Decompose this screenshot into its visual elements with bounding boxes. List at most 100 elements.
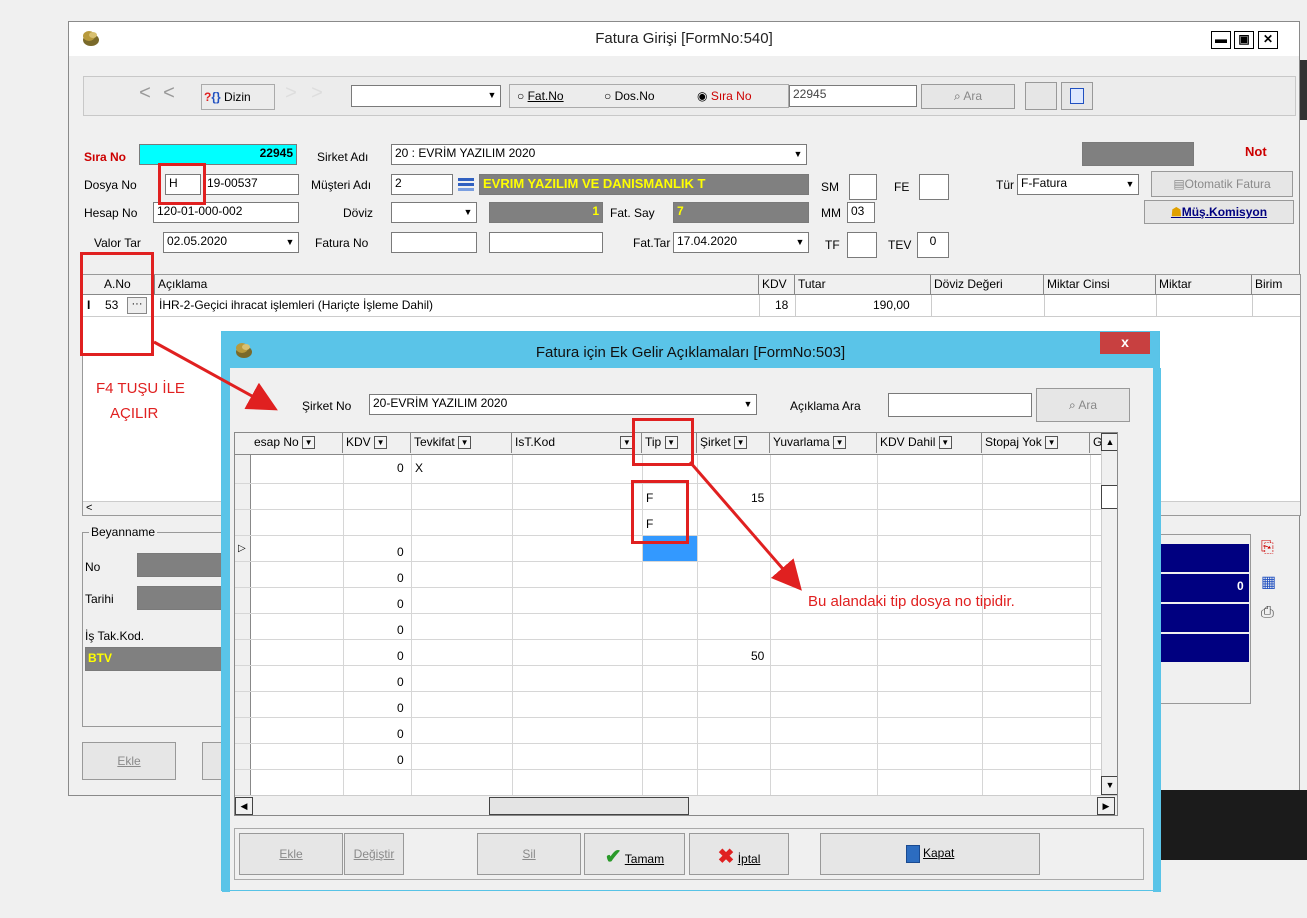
- minimize-button[interactable]: ▬: [1211, 31, 1231, 49]
- dialog-sil-button[interactable]: Sil: [477, 833, 581, 875]
- col-tutar[interactable]: Tutar: [795, 275, 931, 295]
- row-tutar[interactable]: 190,00: [873, 298, 910, 312]
- dosya-no-field[interactable]: 19-00537: [203, 174, 299, 195]
- scroll-up-icon[interactable]: ▲: [1101, 433, 1117, 451]
- mm-label: MM: [821, 206, 841, 220]
- row-4-kdv[interactable]: 0: [397, 571, 404, 585]
- radio-sirano[interactable]: ◉ Sıra No: [697, 89, 752, 103]
- radio-dosno[interactable]: ○ Dos.No: [604, 89, 655, 103]
- col-tevkifat[interactable]: Tevkifat ▼: [411, 433, 512, 453]
- dialog-kapat-button[interactable]: Kapat: [820, 833, 1040, 875]
- chevron-down-icon[interactable]: ▼: [374, 436, 388, 450]
- row-7-kdv[interactable]: 0: [397, 649, 404, 663]
- hscroll-thumb[interactable]: [489, 797, 689, 815]
- dialog-sil-label: Sil: [522, 847, 536, 861]
- maximize-button[interactable]: ▣: [1234, 31, 1254, 49]
- nav-prev-button[interactable]: <: [157, 82, 181, 112]
- row-10-kdv[interactable]: 0: [397, 727, 404, 741]
- nav-next-button[interactable]: >: [279, 82, 303, 112]
- ara-button[interactable]: ⌕ Ara: [921, 84, 1015, 109]
- col-miktar[interactable]: Miktar: [1156, 275, 1252, 295]
- row-5-kdv[interactable]: 0: [397, 597, 404, 611]
- col-sirket[interactable]: Şirket ▼: [697, 433, 770, 453]
- col-aciklama[interactable]: Açıklama: [155, 275, 759, 295]
- doviz-select[interactable]: ▼: [391, 202, 477, 223]
- col-miktar-cinsi[interactable]: Miktar Cinsi: [1044, 275, 1156, 295]
- tur-select[interactable]: F-Fatura ▼: [1017, 174, 1139, 195]
- col-hesap-no[interactable]: esap No ▼: [251, 433, 343, 453]
- dialog-iptal-button[interactable]: ✖ İptal: [689, 833, 789, 875]
- row-7-sirket[interactable]: 50: [751, 649, 764, 663]
- close-icon: x: [1121, 334, 1129, 350]
- row-kdv[interactable]: 18: [775, 298, 788, 312]
- col-yuvarlama[interactable]: Yuvarlama ▼: [770, 433, 877, 453]
- sirket-adi-select[interactable]: 20 : EVRİM YAZILIM 2020 ▼: [391, 144, 807, 165]
- calendar-icon[interactable]: ▦: [1261, 572, 1276, 592]
- aciklama-ara-input[interactable]: [888, 393, 1032, 417]
- chevron-down-icon[interactable]: ▼: [734, 436, 748, 450]
- dialog-close-button[interactable]: x: [1100, 332, 1150, 354]
- row-1-sirket[interactable]: 15: [751, 491, 764, 505]
- fe-field[interactable]: [919, 174, 949, 200]
- col-stopaj-yok[interactable]: Stopaj Yok ▼: [982, 433, 1090, 453]
- scroll-left-icon[interactable]: ◀: [235, 797, 253, 815]
- fatura-no-extra-field[interactable]: [489, 232, 603, 253]
- row-3-kdv[interactable]: 0: [397, 545, 404, 559]
- chevron-down-icon[interactable]: ▼: [458, 436, 472, 450]
- musteri-code-field[interactable]: 2: [391, 174, 453, 195]
- col-doviz-degeri[interactable]: Döviz Değeri: [931, 275, 1044, 295]
- nav-first-button[interactable]: <: [133, 82, 157, 112]
- close-button[interactable]: ✕: [1258, 31, 1278, 49]
- dialog-degistir-button[interactable]: Değiştir: [344, 833, 404, 875]
- otomatik-fatura-button[interactable]: ▤Otomatik Fatura: [1151, 171, 1293, 197]
- hesap-no-field[interactable]: 120-01-000-002: [153, 202, 299, 223]
- row-6-kdv[interactable]: 0: [397, 623, 404, 637]
- col-kdv[interactable]: KDV ▼: [343, 433, 411, 453]
- f4-annotation-line2: AÇILIR: [110, 405, 159, 422]
- dialog-ara-button[interactable]: ⌕ Ara: [1036, 388, 1130, 422]
- fat-tar-field[interactable]: 17.04.2020 ▼: [673, 232, 809, 253]
- scroll-down-icon[interactable]: ▼: [1101, 776, 1117, 795]
- table-row[interactable]: I 53 ··· İHR-2-Geçici ihracat işlemleri …: [83, 295, 1300, 317]
- row-0-tevkifat[interactable]: X: [415, 461, 423, 475]
- sira-no-field[interactable]: 22945: [139, 144, 297, 165]
- sm-field[interactable]: [849, 174, 877, 200]
- chevron-down-icon[interactable]: ▼: [1045, 436, 1059, 450]
- row-11-kdv[interactable]: 0: [397, 753, 404, 767]
- row-aciklama[interactable]: İHR-2-Geçici ihracat işlemleri (Hariçte …: [159, 298, 433, 312]
- print-icon[interactable]: ⎙: [1261, 604, 1274, 622]
- main-ekle-button[interactable]: Ekle: [82, 742, 176, 780]
- valor-tar-field[interactable]: 02.05.2020 ▼: [163, 232, 299, 253]
- scroll-right-icon[interactable]: ▶: [1097, 797, 1115, 815]
- dialog-tamam-button[interactable]: ✔ Tamam: [584, 833, 685, 875]
- col-kdv-dahil[interactable]: KDV Dahil ▼: [877, 433, 982, 453]
- radio-fatno[interactable]: ○ Fat.No: [517, 89, 564, 103]
- row-8-kdv[interactable]: 0: [397, 675, 404, 689]
- chevron-down-icon[interactable]: ▼: [302, 436, 316, 450]
- export-icon[interactable]: ⎘: [1261, 539, 1274, 557]
- tev-field[interactable]: 0: [917, 232, 949, 258]
- row-selector-icon: ▷: [238, 543, 246, 554]
- blank-button[interactable]: [1025, 82, 1057, 110]
- mus-komisyon-button[interactable]: ☗Müş.Komisyon: [1144, 200, 1294, 224]
- musteri-lookup-icon[interactable]: [456, 175, 476, 193]
- mm-field[interactable]: 03: [847, 202, 875, 223]
- tf-field[interactable]: [847, 232, 877, 258]
- preview-button[interactable]: [1061, 82, 1093, 110]
- dialog-ekle-button[interactable]: Ekle: [239, 833, 343, 875]
- col-birim[interactable]: Birim: [1252, 275, 1300, 295]
- sirket-no-select[interactable]: 20-EVRİM YAZILIM 2020 ▼: [369, 394, 757, 415]
- search-type-select[interactable]: ▼: [351, 85, 501, 107]
- chevron-down-icon[interactable]: ▼: [938, 436, 952, 450]
- row-0-kdv[interactable]: 0: [397, 461, 404, 475]
- search-input[interactable]: 22945: [789, 85, 917, 107]
- col-ist-kod[interactable]: IsT.Kod ▼: [512, 433, 642, 453]
- dizin-button[interactable]: ?{} Dizin: [201, 84, 275, 110]
- scroll-thumb[interactable]: [1101, 485, 1117, 509]
- row-9-kdv[interactable]: 0: [397, 701, 404, 715]
- col-kdv[interactable]: KDV: [759, 275, 795, 295]
- chevron-down-icon[interactable]: ▼: [833, 436, 847, 450]
- col-kdv-label: KDV: [346, 435, 371, 449]
- nav-last-button[interactable]: >: [305, 82, 329, 112]
- fatura-no-field[interactable]: [391, 232, 477, 253]
